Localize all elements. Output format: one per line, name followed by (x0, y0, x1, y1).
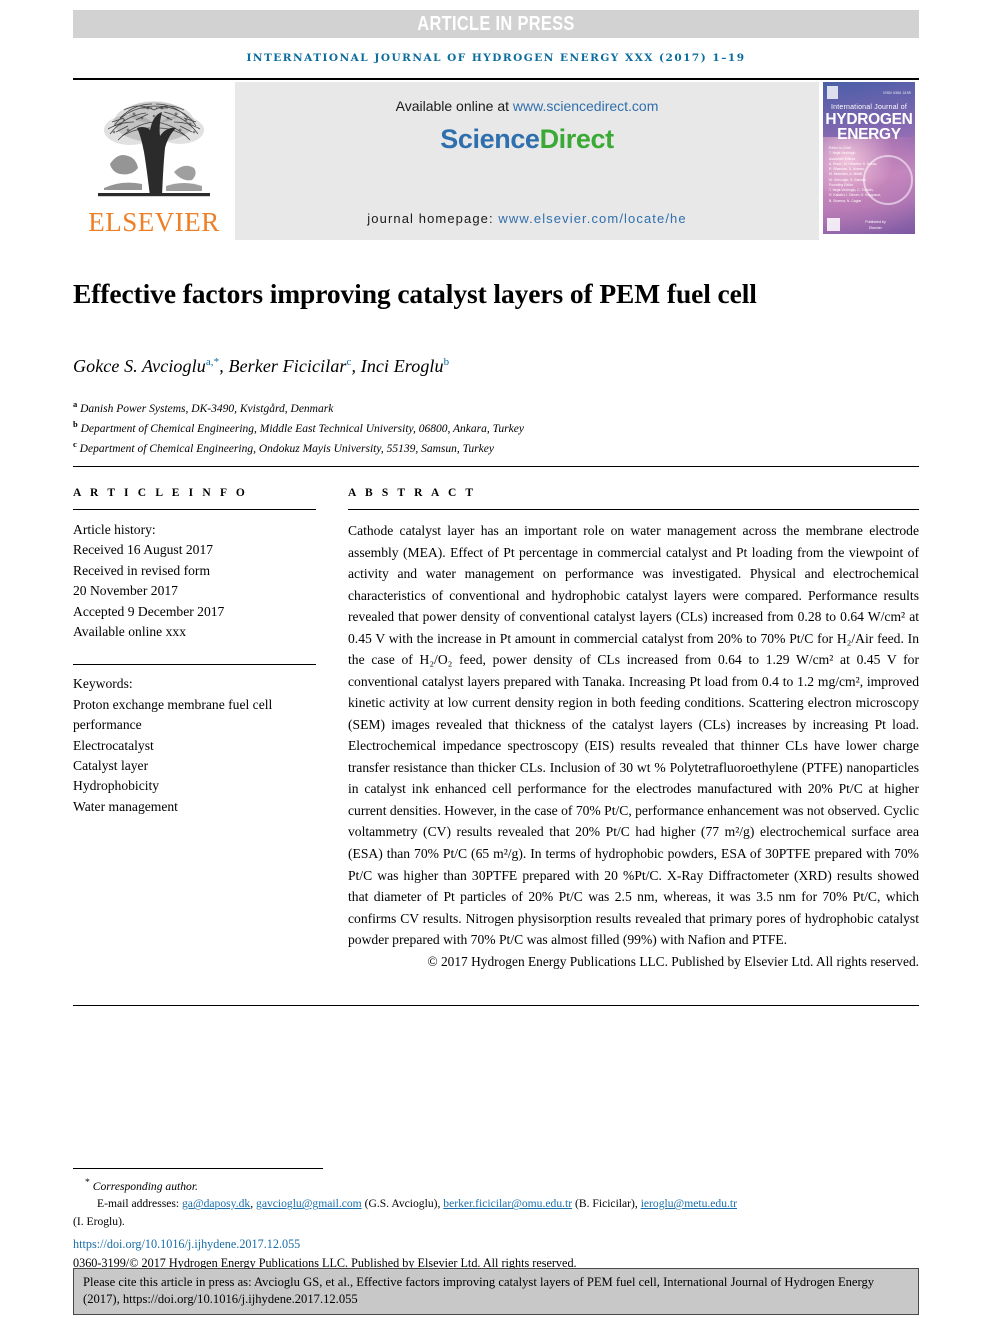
sciencedirect-logo: ScienceDirect (235, 124, 819, 155)
keyword-item: Water management (73, 798, 178, 814)
corresponding-author-note: * Corresponding author. (73, 1176, 923, 1195)
affiliation-mark-c: c (73, 438, 77, 449)
keywords-block: Keywords: Proton exchange membrane fuel … (73, 674, 316, 817)
affiliation-item: a Danish Power Systems, DK-3490, Kvistgå… (73, 398, 903, 418)
footnote-block: * Corresponding author. E-mail addresses… (73, 1176, 923, 1273)
page-title: Effective factors improving catalyst lay… (73, 278, 757, 310)
abstract-heading: A B S T R A C T (348, 487, 477, 499)
author-marks-2: c (346, 356, 352, 368)
author-marks-1: a,* (205, 356, 220, 368)
article-info-heading: A R T I C L E I N F O (73, 487, 248, 499)
email-link-1[interactable]: ga@daposy.dk (182, 1197, 250, 1210)
affiliation-text-a: Danish Power Systems, DK-3490, Kvistgård… (80, 402, 334, 415)
affiliation-list: a Danish Power Systems, DK-3490, Kvistgå… (73, 398, 903, 458)
abstract-rule (348, 509, 919, 510)
email-link-4[interactable]: ieroglu@metu.edu.tr (641, 1197, 737, 1210)
keyword-item: Catalyst layer (73, 757, 149, 773)
author-name-1: Gokce S. Avcioglu (73, 356, 206, 376)
elsevier-tree-icon (98, 101, 210, 197)
cover-editor-block: Editor-in-Chief T. Nejat Veziroglu Assoc… (829, 146, 882, 203)
affiliation-item: b Department of Chemical Engineering, Mi… (73, 418, 903, 438)
author-name-3: Inci Eroglu (360, 356, 444, 376)
corresponding-author-mark: * (85, 1177, 90, 1188)
iahe-logo-icon (827, 218, 840, 231)
doi-link[interactable]: https://doi.org/10.1016/j.ijhydene.2017.… (73, 1235, 923, 1253)
citation-notice-text: Please cite this article in press as: Av… (83, 1275, 875, 1307)
journal-cover-image: ISSN 0360-3199 International Journal of … (823, 82, 915, 234)
article-history-item: Received 16 August 2017 (73, 542, 214, 558)
sciencedirect-panel: Available online at www.sciencedirect.co… (235, 82, 819, 240)
author-name-2: Berker Ficicilar (228, 356, 347, 376)
email-owner-3: (B. Ficicilar), (572, 1197, 641, 1211)
article-history-item: Available online xxx (73, 623, 186, 639)
elsevier-logo: ELSEVIER (73, 82, 235, 240)
journal-homepage-link[interactable]: www.elsevier.com/locate/he (498, 211, 686, 226)
footnote-divider (73, 1168, 323, 1169)
email-owner-2: (G.S. Avcioglu), (361, 1197, 444, 1211)
sciencedirect-url-link[interactable]: www.sciencedirect.com (513, 98, 659, 114)
journal-homepage-prefix: journal homepage: (367, 211, 499, 226)
cover-publisher-text: Published by Elsevier (865, 220, 886, 230)
article-history-item: 20 November 2017 (73, 583, 178, 599)
section-divider-bottom (73, 1005, 919, 1006)
section-divider-top (73, 466, 919, 467)
journal-homepage-line: journal homepage: www.elsevier.com/locat… (235, 211, 819, 226)
author-list: Gokce S. Avcioglua,*, Berker Ficicilarc,… (73, 356, 450, 376)
email-link-2[interactable]: gavcioglu@gmail.com (256, 1197, 362, 1210)
affiliation-text-b: Department of Chemical Engineering, Midd… (80, 422, 524, 435)
cover-journal-title-line2: ENERGY (837, 126, 901, 143)
affiliation-item: c Department of Chemical Engineering, On… (73, 438, 903, 458)
keyword-item: Electrocatalyst (73, 737, 154, 753)
cover-issn-text: ISSN 0360-3199 (883, 90, 911, 95)
cover-badge-icon (827, 86, 838, 99)
article-in-press-label: ARTICLE IN PRESS (417, 12, 575, 35)
keywords-rule (73, 664, 316, 666)
citation-notice-box: Please cite this article in press as: Av… (73, 1268, 919, 1315)
article-history-block: Article history: Received 16 August 2017… (73, 520, 316, 642)
affiliation-text-c: Department of Chemical Engineering, Ondo… (79, 442, 494, 455)
email-addresses-note: E-mail addresses: ga@daposy.dk, gavciogl… (73, 1195, 923, 1212)
abstract-column: A B S T R A C T Cathode catalyst layer h… (348, 487, 919, 970)
elsevier-wordmark: ELSEVIER (88, 207, 220, 237)
article-history-item: Accepted 9 December 2017 (73, 603, 225, 619)
email-link-3[interactable]: berker.ficicilar@omu.edu.tr (443, 1197, 572, 1210)
cover-journal-small-title: International Journal of (830, 104, 907, 111)
available-online-line: Available online at www.sciencedirect.co… (235, 98, 819, 114)
keyword-item: Hydrophobicity (73, 778, 160, 794)
sciencedirect-logo-science: Science (440, 124, 540, 154)
keywords-label: Keywords: (73, 676, 133, 692)
journal-cover-thumbnail: ISSN 0360-3199 International Journal of … (819, 82, 919, 240)
sciencedirect-logo-direct: Direct (539, 124, 615, 154)
article-info-column: A R T I C L E I N F O Article history: R… (73, 487, 316, 817)
keyword-item: performance (73, 717, 142, 733)
corresponding-author-text: Corresponding author. (92, 1179, 198, 1193)
article-history-label: Article history: (73, 522, 156, 537)
keyword-item: Proton exchange membrane fuel cell (73, 696, 273, 712)
email-label: E-mail addresses: (97, 1197, 182, 1211)
author-marks-3: b (443, 356, 450, 368)
journal-masthead: ELSEVIER Available online at www.science… (73, 78, 919, 240)
article-history-item: Received in revised form (73, 562, 211, 578)
affiliation-mark-a: a (73, 399, 78, 409)
abstract-body: Cathode catalyst layer has an important … (348, 523, 919, 948)
journal-running-head: INTERNATIONAL JOURNAL OF HYDROGEN ENERGY… (246, 52, 746, 64)
email-tail-text: (I. Eroglu). (73, 1214, 125, 1228)
affiliation-mark-b: b (73, 418, 78, 429)
available-online-prefix: Available online at (395, 98, 513, 114)
article-info-rule (73, 509, 316, 510)
abstract-copyright: © 2017 Hydrogen Energy Publications LLC.… (427, 953, 919, 969)
cover-bottom-bar: Published by Elsevier (827, 218, 911, 231)
cover-top-bar: ISSN 0360-3199 (827, 86, 911, 99)
article-in-press-banner: ARTICLE IN PRESS (73, 10, 919, 38)
